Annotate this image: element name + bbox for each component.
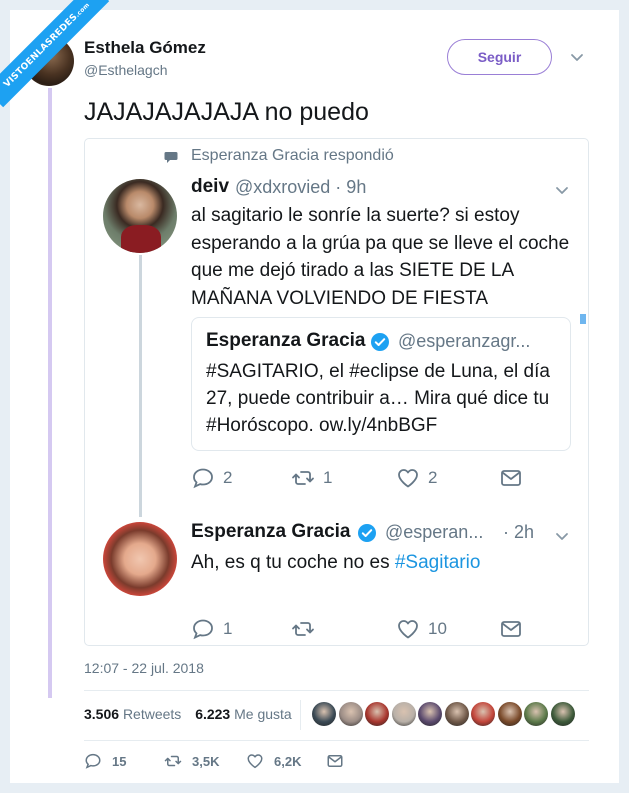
envelope-icon [501,621,521,637]
second-tweet-text: Ah, es q tu coche no es #Sagitario [191,549,480,576]
second-author-avatar[interactable] [103,522,177,596]
second-tweet-text-prefix: Ah, es q tu coche no es [191,552,395,573]
retweet-icon [164,755,182,767]
liker-avatar[interactable] [471,702,495,726]
retweet-action[interactable]: 3,5K [164,752,219,770]
chevron-down-icon[interactable] [568,48,586,66]
reply-action[interactable]: 2 [191,466,232,490]
verified-badge-icon [371,333,389,351]
tweet-card: VISTOENLASREDES.com Esthela Gómez @Esthe… [0,0,619,783]
like-count: 6,2K [274,753,302,769]
reply-count: 1 [223,619,233,638]
screenshot-frame: VISTOENLASREDES.com Esthela Gómez @Esthe… [0,0,629,793]
verified-badge-icon [358,524,376,542]
tweet-timestamp[interactable]: 12:07 - 22 jul. 2018 [84,660,204,676]
reply-icon [193,619,213,640]
reply-author-handle-time[interactable]: @xdxrovied · 9h [235,177,366,198]
liker-avatar[interactable] [524,702,548,726]
reply-author-name[interactable]: deiv [191,176,229,198]
reply-action[interactable]: 15 [84,752,126,770]
heart-icon [398,620,418,639]
chevron-down-icon[interactable] [553,529,571,545]
author-handle[interactable]: @Esthelagch [84,62,167,78]
reply-text: al sagitario le sonríe la suerte? si est… [191,205,570,309]
reply-context[interactable]: Esperanza Gracia respondió [191,147,394,165]
retweet-count: 1 [323,468,333,487]
envelope-icon [501,470,521,486]
second-author-handle[interactable]: @esperan... [385,522,483,543]
watermark-suffix: .com [74,1,92,19]
retweets-label[interactable]: Retweets [123,706,181,722]
second-author-name[interactable]: Esperanza Gracia [191,521,350,543]
quoted-author-handle: @esperanzagr... [398,331,531,351]
retweet-action[interactable]: 1 [291,466,332,490]
heart-icon [247,754,263,769]
divider [84,690,589,691]
liker-avatar[interactable] [497,702,522,726]
dm-action[interactable] [499,617,523,641]
engagement-stats: 3.506 Retweets 6.223 Me gusta [84,706,292,722]
like-action[interactable]: 10 [396,617,447,641]
conversation-line [139,255,142,517]
divider [300,700,301,730]
liker-avatar[interactable] [338,702,363,726]
liker-avatar[interactable] [312,702,336,726]
second-tweet-time[interactable]: · 2h [503,522,534,543]
like-action[interactable]: 6,2K [246,752,301,770]
follow-button[interactable]: Seguir [447,39,552,75]
speech-bubble-icon [164,152,178,163]
hashtag-link[interactable]: #Sagitario [395,552,481,573]
divider [84,740,589,741]
liker-avatar[interactable] [444,702,469,726]
reply-action[interactable]: 1 [191,617,232,641]
quoted-text: #SAGITARIO, el #eclipse de Luna, el día … [206,361,550,436]
second-tweet-actions: 1 10 [191,617,571,641]
like-count: 10 [428,619,447,638]
envelope-icon [327,755,343,767]
likes-count[interactable]: 6.223 [195,706,230,722]
retweet-action[interactable] [291,617,323,641]
liker-avatar[interactable] [365,702,389,726]
scrollbar-thumb[interactable] [580,314,586,324]
reply-count: 2 [223,468,233,487]
thread-line [48,88,52,698]
reply-count: 15 [112,753,127,769]
dm-action[interactable] [499,466,523,490]
retweets-count[interactable]: 3.506 [84,706,119,722]
liker-avatar[interactable] [391,702,416,726]
like-count: 2 [428,468,438,487]
tweet-text: JAJAJAJAJAJA no puedo [84,98,369,126]
retweet-icon [292,471,314,485]
quoted-tweet[interactable]: Esperanza Gracia @esperanzagr... #SAGITA… [191,317,571,451]
reply-author-avatar[interactable] [103,179,177,253]
retweet-icon [292,622,314,636]
reply-icon [193,468,213,489]
chevron-down-icon[interactable] [553,183,571,199]
reply-icon [85,753,101,769]
author-name[interactable]: Esthela Gómez [84,38,206,58]
likes-label[interactable]: Me gusta [234,706,292,722]
quoted-author-name: Esperanza Gracia [206,330,366,351]
like-action[interactable]: 2 [396,466,437,490]
retweet-count: 3,5K [192,753,220,769]
heart-icon [398,469,418,488]
embedded-conversation[interactable]: Esperanza Gracia respondió deiv @xdxrovi… [84,138,589,646]
reply-actions: 2 1 2 [191,466,571,490]
liker-avatar[interactable] [550,702,575,726]
liker-avatar[interactable] [418,702,442,726]
dm-action[interactable] [326,752,344,770]
